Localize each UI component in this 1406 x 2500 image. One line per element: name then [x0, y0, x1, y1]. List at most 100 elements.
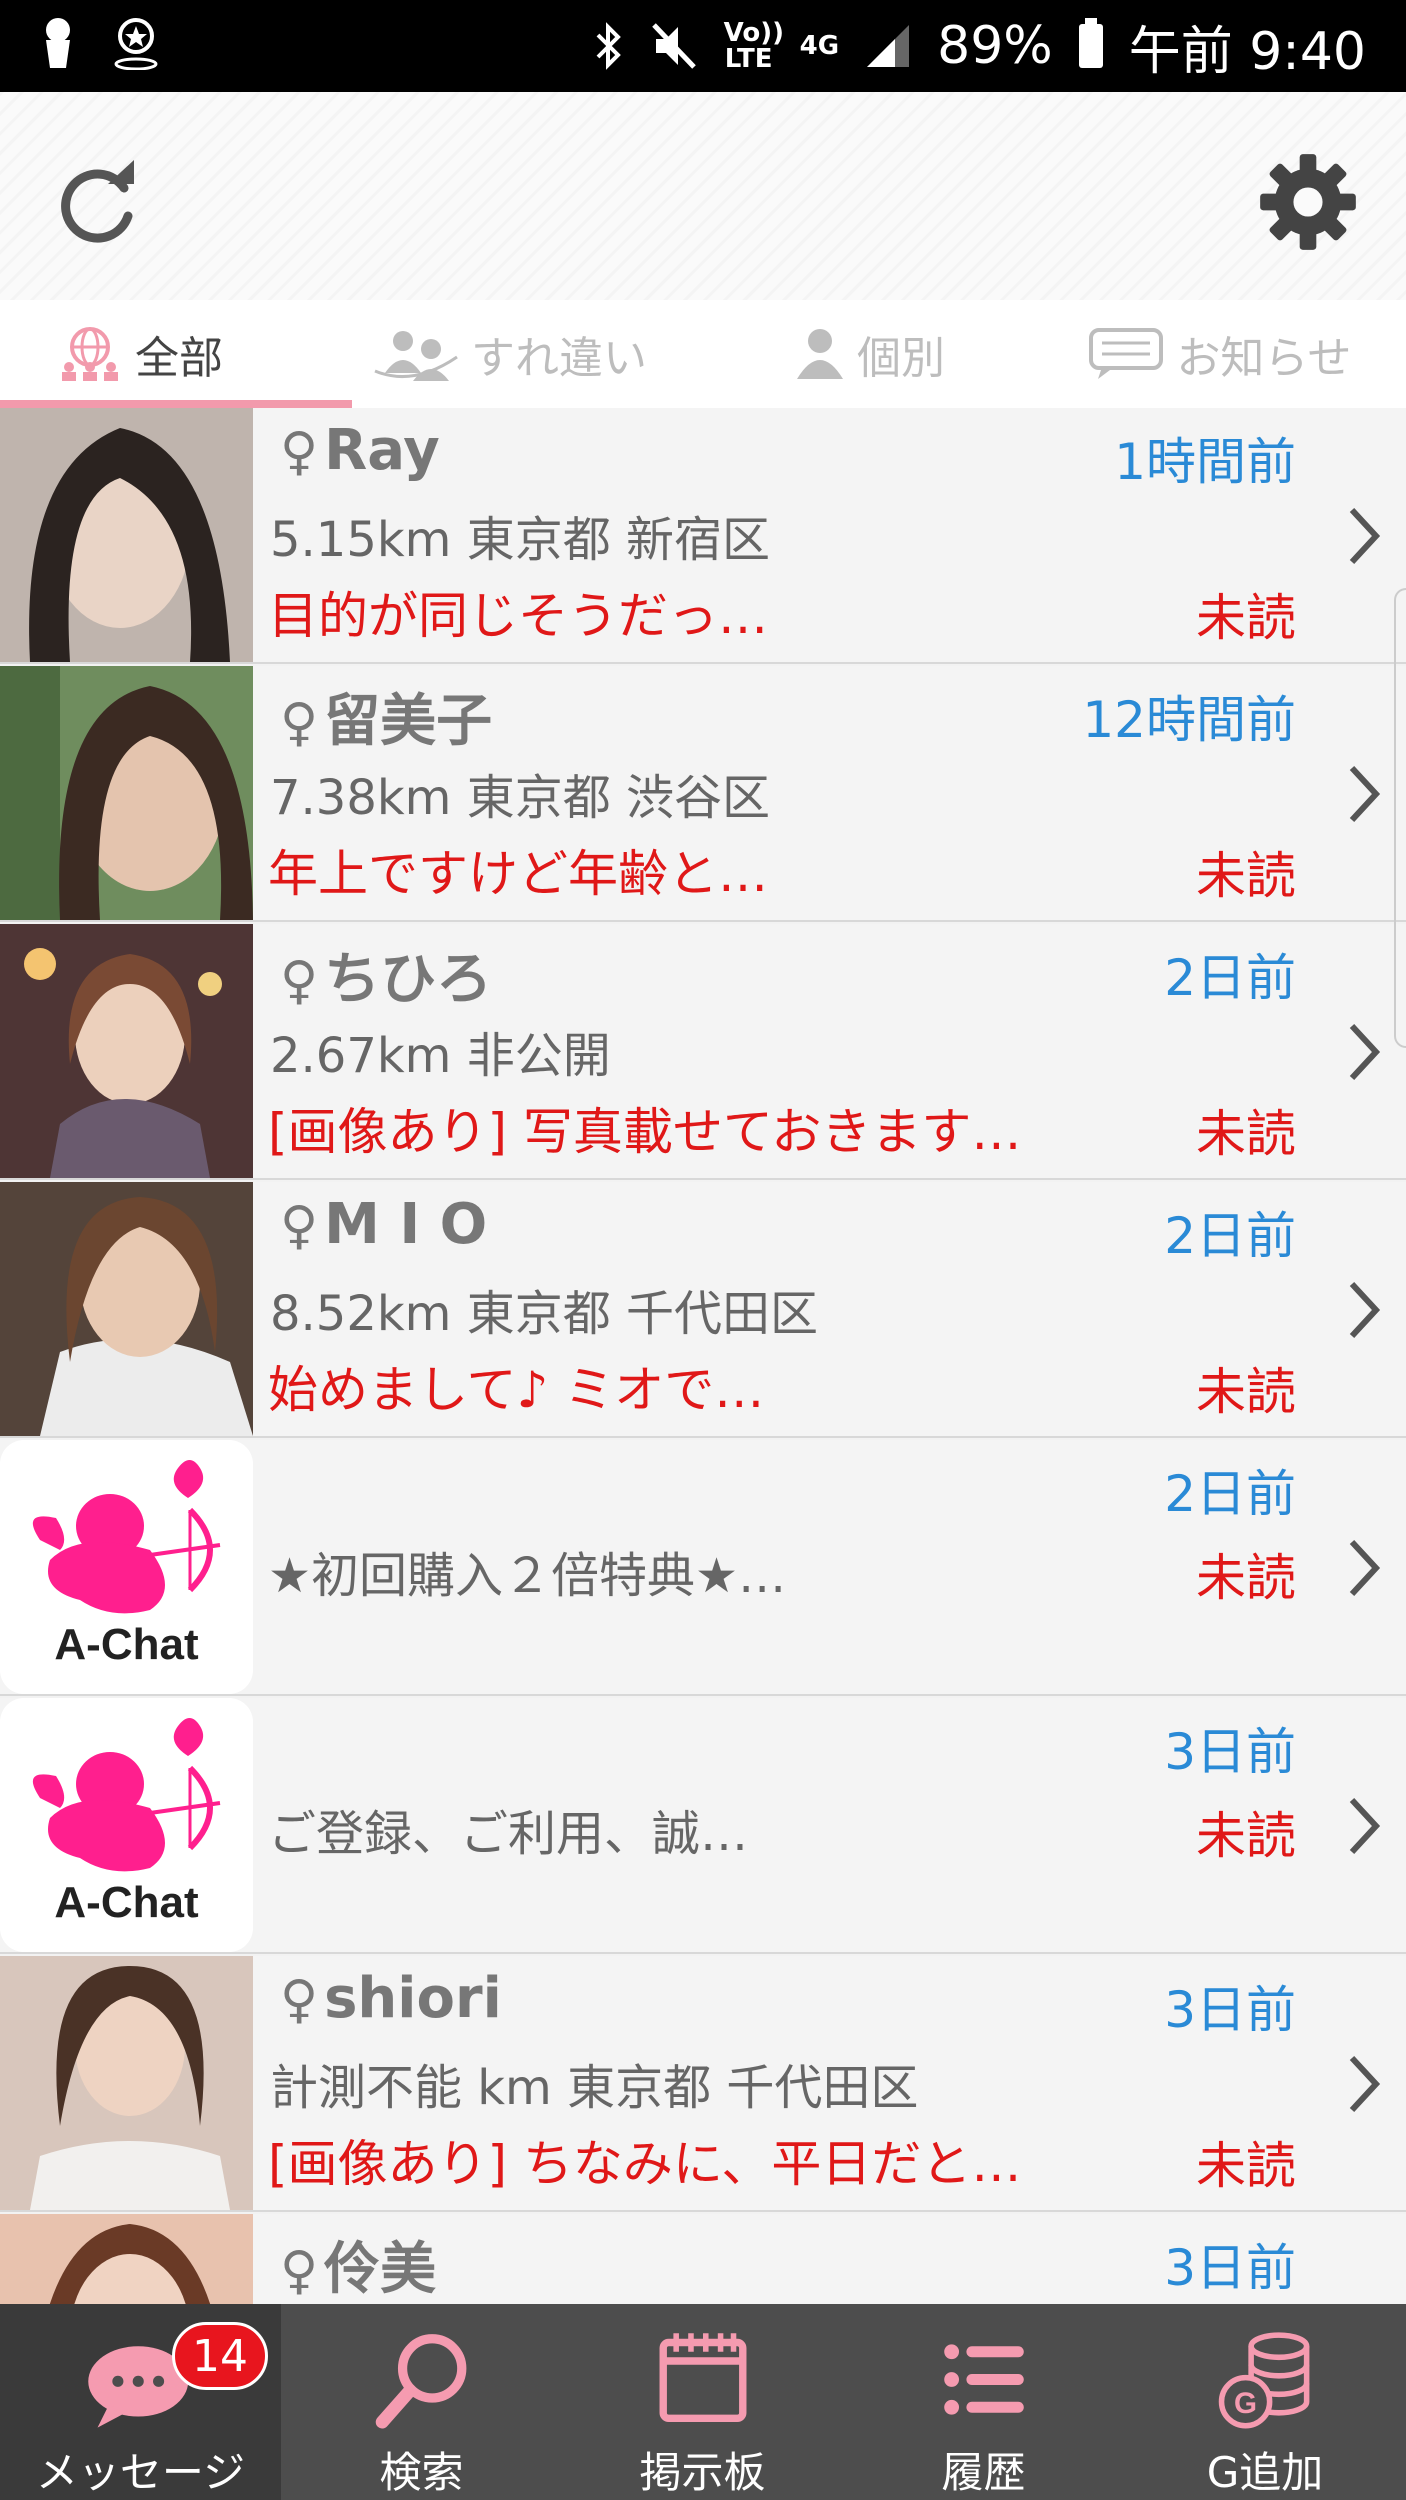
female-icon: ♀ [280, 1970, 319, 2030]
message-list[interactable]: ♀ Ray 1時間前 5.15km 東京都 新宿区 目的が同じそうだっ… 未読 ♀… [0, 408, 1406, 2304]
location-pin-icon [114, 18, 158, 70]
message-preview: 年上ですけど年齢と… [268, 845, 768, 903]
sender-name: ♀ 伶美 [280, 2237, 437, 2302]
status-bar: Vo)) LTE 4G 89% 午前 9:40 [0, 0, 1406, 92]
avatar [0, 2214, 253, 2304]
tab-individual[interactable]: 個別 [760, 300, 980, 408]
tab-individual-label: 個別 [857, 333, 945, 384]
message-row[interactable]: ♀ Ray 1時間前 5.15km 東京都 新宿区 目的が同じそうだっ… 未読 [0, 408, 1406, 664]
nav-search[interactable]: 検索 [281, 2304, 562, 2500]
female-icon: ♀ [280, 1196, 319, 1256]
unread-status: 未読 [1196, 1363, 1296, 1421]
avatar [0, 666, 253, 920]
unread-status: 未読 [1196, 1807, 1296, 1865]
sender-name: ♀ Ray [280, 418, 440, 483]
scrollbar[interactable] [1394, 588, 1406, 1048]
nav-board[interactable]: 掲示板 [562, 2304, 843, 2500]
tab-passing-label: すれ違い [471, 333, 647, 384]
sender-name: ♀ 留美子 [280, 689, 493, 754]
coins-icon: G [1218, 2332, 1310, 2429]
globe-people-icon [62, 327, 118, 381]
timestamp: 1時間前 [1114, 433, 1296, 491]
timestamp: 2日前 [1164, 1465, 1296, 1523]
message-row[interactable]: ♀ ちひろ 2日前 2.67km 非公開 [画像あり] 写真載せておきます… 未読 [0, 924, 1406, 1180]
nav-search-label: 検索 [379, 2448, 464, 2497]
a-chat-logo-text: A-Chat [54, 1878, 199, 1927]
tab-all[interactable]: 全部 [30, 300, 250, 408]
mute-icon [651, 23, 696, 69]
unread-status: 未読 [1196, 2137, 1296, 2195]
a-chat-logo: A-Chat [0, 1440, 253, 1694]
female-icon: ♀ [280, 951, 319, 1011]
location: 2.67km 非公開 [270, 1028, 611, 1084]
tab-bar: 全部 すれ違い 個別 お知らせ [0, 300, 1406, 408]
message-preview: ★初回購入２倍特典★… [268, 1548, 787, 1604]
message-row[interactable]: A-Chat 3日前 ご登録、ご利用、誠… 未読 [0, 1698, 1406, 1954]
bluetooth-icon [596, 22, 621, 70]
unread-status: 未読 [1196, 847, 1296, 905]
sender-name: ♀ ちひろ [280, 947, 493, 1012]
location: 5.15km 東京都 新宿区 [270, 512, 770, 568]
a-chat-logo: A-Chat [0, 1698, 253, 1952]
nav-add-points[interactable]: G G追加 [1124, 2304, 1406, 2500]
timestamp: 12時間前 [1082, 691, 1296, 749]
timestamp: 3日前 [1164, 2239, 1296, 2297]
passing-people-icon [374, 331, 458, 381]
header: 全部 すれ違い 個別 お知らせ [0, 92, 1406, 408]
unread-status: 未読 [1196, 1549, 1296, 1607]
avatar [0, 408, 253, 662]
unread-count-badge: 14 [172, 2322, 268, 2390]
tab-notices-label: お知らせ [1176, 333, 1352, 384]
network-label: Vo)) LTE [723, 18, 784, 74]
chevron-right-icon [1349, 1539, 1381, 1597]
svg-text:G: G [1234, 2387, 1257, 2420]
network-type: 4G [799, 31, 840, 61]
message-row[interactable]: A-Chat 2日前 ★初回購入２倍特典★… 未読 [0, 1440, 1406, 1696]
refresh-icon[interactable] [48, 154, 148, 254]
list-icon [943, 2344, 1024, 2415]
avatar [0, 924, 253, 1178]
nav-messages-label: メッセージ [35, 2448, 246, 2497]
tab-notices[interactable]: お知らせ [1060, 300, 1380, 408]
location: 計測不能 km 東京都 千代田区 [270, 2060, 919, 2116]
tab-passing[interactable]: すれ違い [350, 300, 670, 408]
battery-percent: 89% [937, 16, 1053, 76]
lock-icon [46, 18, 70, 68]
chevron-right-icon [1349, 2055, 1381, 2113]
a-chat-logo-text: A-Chat [54, 1620, 199, 1669]
timestamp: 2日前 [1164, 1207, 1296, 1265]
female-icon: ♀ [280, 422, 319, 482]
chevron-right-icon [1349, 765, 1381, 823]
signal-icon [867, 25, 910, 67]
message-row[interactable]: ♀ M I O 2日前 8.52km 東京都 千代田区 始めまして♪ ミオで… 未… [0, 1182, 1406, 1438]
timestamp: 3日前 [1164, 1723, 1296, 1781]
sender-name: ♀ shiori [280, 1966, 502, 2031]
message-preview: [画像あり] 写真載せておきます… [268, 1103, 1022, 1161]
chevron-right-icon [1349, 1023, 1381, 1081]
nav-history-label: 履歴 [941, 2448, 1026, 2497]
unread-status: 未読 [1196, 589, 1296, 647]
message-row[interactable]: ♀ shiori 3日前 計測不能 km 東京都 千代田区 [画像あり] ちなみに… [0, 1956, 1406, 2212]
chevron-right-icon [1349, 507, 1381, 565]
clock: 午前 9:40 [1128, 21, 1366, 82]
nav-history[interactable]: 履歴 [843, 2304, 1124, 2500]
gear-icon[interactable] [1256, 150, 1360, 254]
female-icon: ♀ [280, 693, 319, 753]
chat-bubble-icon [1089, 328, 1164, 379]
nav-board-label: 掲示板 [639, 2448, 766, 2497]
avatar [0, 1956, 253, 2210]
message-preview: [画像あり] ちなみに、平日だと… [268, 2135, 1022, 2193]
search-icon [375, 2334, 466, 2429]
location: 7.38km 東京都 渋谷区 [270, 770, 770, 826]
message-row[interactable]: ♀ 伶美 3日前 [0, 2214, 1406, 2304]
notepad-icon [659, 2333, 746, 2423]
message-row[interactable]: ♀ 留美子 12時間前 7.38km 東京都 渋谷区 年上ですけど年齢と… 未読 [0, 666, 1406, 922]
timestamp: 2日前 [1164, 949, 1296, 1007]
chevron-right-icon [1349, 1797, 1381, 1855]
message-preview: 目的が同じそうだっ… [268, 587, 768, 645]
nav-messages[interactable]: 14 メッセージ [0, 2304, 281, 2500]
battery-icon [1078, 18, 1103, 68]
chevron-right-icon [1349, 1281, 1381, 1339]
bottom-nav: 14 メッセージ 検索 掲示板 履歴 G G追加 [0, 2304, 1406, 2500]
message-preview: ご登録、ご利用、誠… [268, 1806, 749, 1862]
